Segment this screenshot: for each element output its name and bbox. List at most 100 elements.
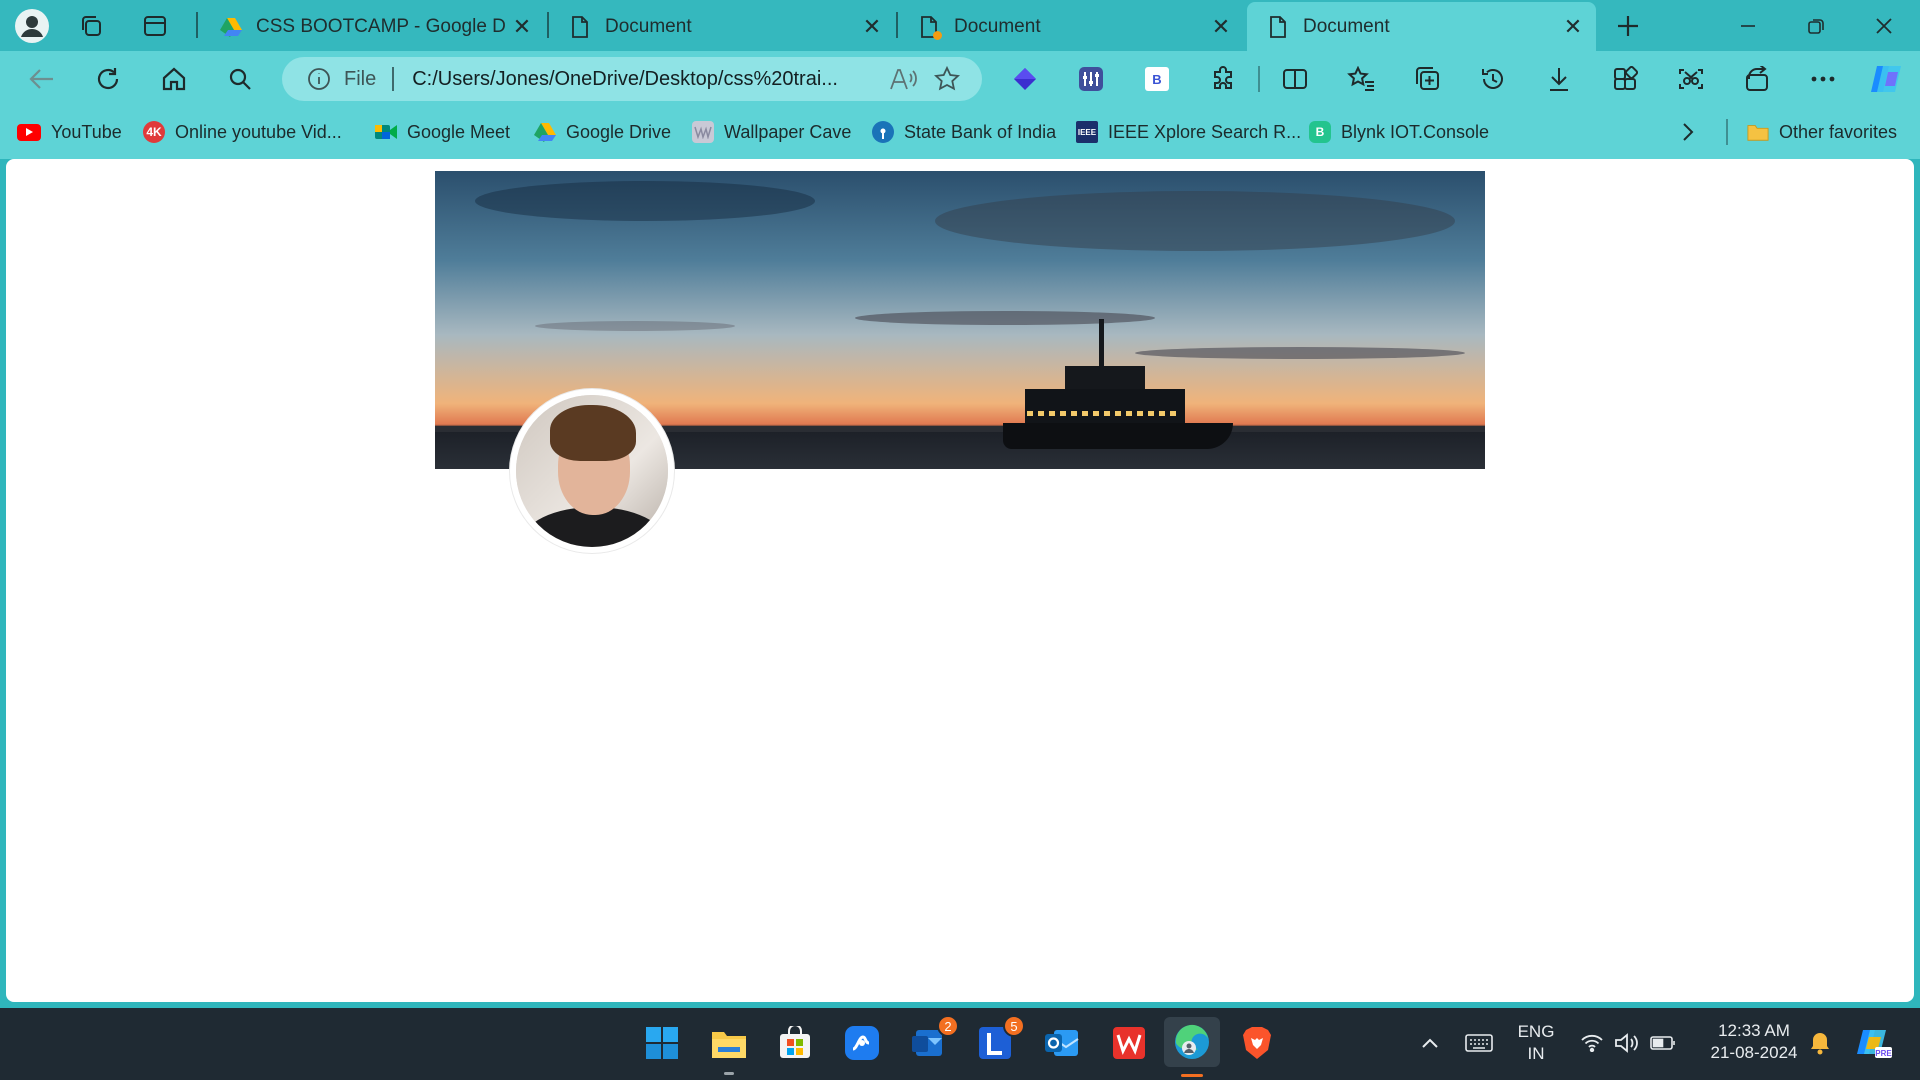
minimize-icon[interactable]	[1715, 0, 1781, 51]
url-input[interactable]: C:/Users/Jones/OneDrive/Desktop/css%20tr…	[412, 68, 886, 91]
favorite-google-meet[interactable]: Google Meet	[375, 117, 510, 147]
document-icon	[1267, 15, 1289, 38]
extensions-puzzle-icon[interactable]	[1203, 59, 1243, 99]
favorite-youtube[interactable]: YouTube	[17, 117, 122, 147]
favorite-label: Google Drive	[566, 121, 672, 142]
sbi-icon	[872, 121, 894, 143]
ship-deck	[1025, 389, 1185, 425]
youtube-icon	[17, 123, 41, 141]
favorite-google-drive[interactable]: Google Drive	[534, 117, 671, 147]
start-button[interactable]	[640, 1021, 684, 1065]
favorite-wallpaper-cave[interactable]: Wallpaper Cave	[692, 117, 851, 147]
clock-time: 12:33 AM	[1718, 1021, 1790, 1040]
new-tab-icon[interactable]	[1609, 7, 1647, 45]
favorite-label: Online youtube Vid...	[175, 121, 342, 142]
favorite-label: Blynk IOT.Console	[1341, 121, 1490, 142]
read-aloud-icon[interactable]	[886, 62, 920, 96]
input-language-bottom: IN	[1527, 1044, 1545, 1063]
microsoft-store-icon[interactable]	[773, 1021, 817, 1065]
notification-bell-icon[interactable]	[1805, 1028, 1835, 1058]
volume-icon[interactable]	[1613, 1028, 1641, 1058]
copilot-pre-icon[interactable]: PRE	[1854, 1026, 1894, 1062]
show-hidden-icons-chevron-icon[interactable]	[1418, 1028, 1442, 1058]
history-icon[interactable]	[1473, 59, 1513, 99]
tab-title: CSS BOOTCAMP - Google Drive	[256, 15, 507, 37]
extension-equalizer-icon[interactable]	[1071, 59, 1111, 99]
folder-icon	[1747, 121, 1769, 143]
url-divider	[392, 67, 395, 91]
clock[interactable]: 12:33 AM 21-08-2024	[1690, 1020, 1818, 1064]
back-icon[interactable]	[22, 59, 62, 99]
favorite-label: YouTube	[51, 121, 122, 142]
toolbar-divider	[1258, 66, 1260, 92]
input-language[interactable]: ENG IN	[1508, 1021, 1564, 1065]
screenshot-icon[interactable]	[1671, 59, 1711, 99]
extension-b-icon[interactable]: B	[1137, 59, 1177, 99]
tab-close-button[interactable]: ✕	[507, 12, 537, 42]
workspaces-icon[interactable]	[72, 7, 110, 45]
favorite-star-icon[interactable]	[930, 62, 964, 96]
tab-title: Document	[605, 15, 692, 37]
touch-keyboard-icon[interactable]	[1463, 1028, 1495, 1058]
split-screen-icon[interactable]	[1275, 59, 1315, 99]
apps-icon[interactable]	[1605, 59, 1645, 99]
restore-icon[interactable]	[1783, 0, 1849, 51]
favorite-label: Google Meet	[407, 121, 511, 142]
search-icon[interactable]	[220, 59, 260, 99]
address-bar[interactable]: File C:/Users/Jones/OneDrive/Desktop/css…	[282, 57, 982, 101]
tab-close-button[interactable]: ✕	[1206, 12, 1236, 42]
tab-close-button[interactable]: ✕	[857, 12, 887, 42]
svg-text:B: B	[1152, 72, 1161, 87]
refresh-icon[interactable]	[88, 59, 128, 99]
wps-office-icon[interactable]	[1107, 1021, 1151, 1065]
document-icon	[569, 15, 591, 38]
input-language-top: ENG	[1517, 1022, 1555, 1041]
favorite-online-youtube-video[interactable]: 4K Online youtube Vid...	[143, 117, 342, 147]
file-explorer-icon[interactable]	[707, 1021, 751, 1075]
wallpaper-cave-icon	[692, 121, 714, 143]
tab-document-1[interactable]: Document ✕	[549, 2, 895, 51]
tab-document-3-active[interactable]: Document ✕	[1247, 2, 1596, 51]
ieee-icon: IEEE	[1076, 121, 1098, 143]
favorites-list-icon[interactable]	[1341, 59, 1381, 99]
clock-date: 21-08-2024	[1710, 1043, 1798, 1062]
microsoft-edge-icon[interactable]	[1164, 1017, 1220, 1077]
tab-css-bootcamp[interactable]: CSS BOOTCAMP - Google Drive ✕	[200, 2, 545, 51]
favorites-divider	[1726, 119, 1728, 145]
favorite-state-bank-of-india[interactable]: State Bank of India	[872, 117, 1056, 147]
tab-document-2[interactable]: Document ✕	[898, 2, 1244, 51]
favorite-label: IEEE Xplore Search R...	[1108, 121, 1302, 142]
outlook-mail-icon[interactable]: 2	[907, 1015, 959, 1065]
outlook-icon[interactable]	[1040, 1021, 1084, 1065]
4k-downloader-icon: 4K	[143, 121, 165, 143]
other-favorites-folder[interactable]: Other favorites	[1747, 117, 1897, 147]
tab-separator	[196, 12, 198, 38]
favorite-label: State Bank of India	[904, 121, 1057, 142]
favorite-blynk-iot-console[interactable]: B Blynk IOT.Console	[1309, 117, 1489, 147]
url-scheme: File	[344, 67, 377, 90]
home-icon[interactable]	[154, 59, 194, 99]
favorite-ieee-xplore[interactable]: IEEE IEEE Xplore Search R...	[1076, 117, 1301, 147]
tab-actions-icon[interactable]	[136, 7, 174, 45]
google-drive-icon	[220, 16, 242, 38]
profile-picture	[510, 389, 674, 553]
freeform-app-icon[interactable]	[840, 1021, 884, 1065]
google-meet-icon	[375, 121, 397, 143]
brave-browser-icon[interactable]	[1235, 1021, 1279, 1065]
site-info-icon[interactable]	[304, 64, 334, 94]
wifi-icon[interactable]	[1578, 1028, 1606, 1058]
favorites-overflow-chevron-icon[interactable]	[1681, 117, 1695, 147]
lens-app-icon[interactable]: 5	[973, 1015, 1025, 1065]
close-window-icon[interactable]	[1851, 0, 1917, 51]
share-icon[interactable]	[1737, 59, 1777, 99]
copilot-icon[interactable]	[1866, 59, 1906, 99]
tab-close-button[interactable]: ✕	[1558, 12, 1588, 42]
other-favorites-label: Other favorites	[1779, 121, 1898, 142]
tab-title: Document	[954, 15, 1041, 37]
collections-icon[interactable]	[1407, 59, 1447, 99]
extension-diamond-icon[interactable]	[1005, 59, 1045, 99]
more-options-icon[interactable]	[1803, 59, 1843, 99]
battery-icon[interactable]	[1648, 1028, 1678, 1058]
downloads-icon[interactable]	[1539, 59, 1579, 99]
profile-avatar-icon[interactable]	[13, 7, 51, 45]
